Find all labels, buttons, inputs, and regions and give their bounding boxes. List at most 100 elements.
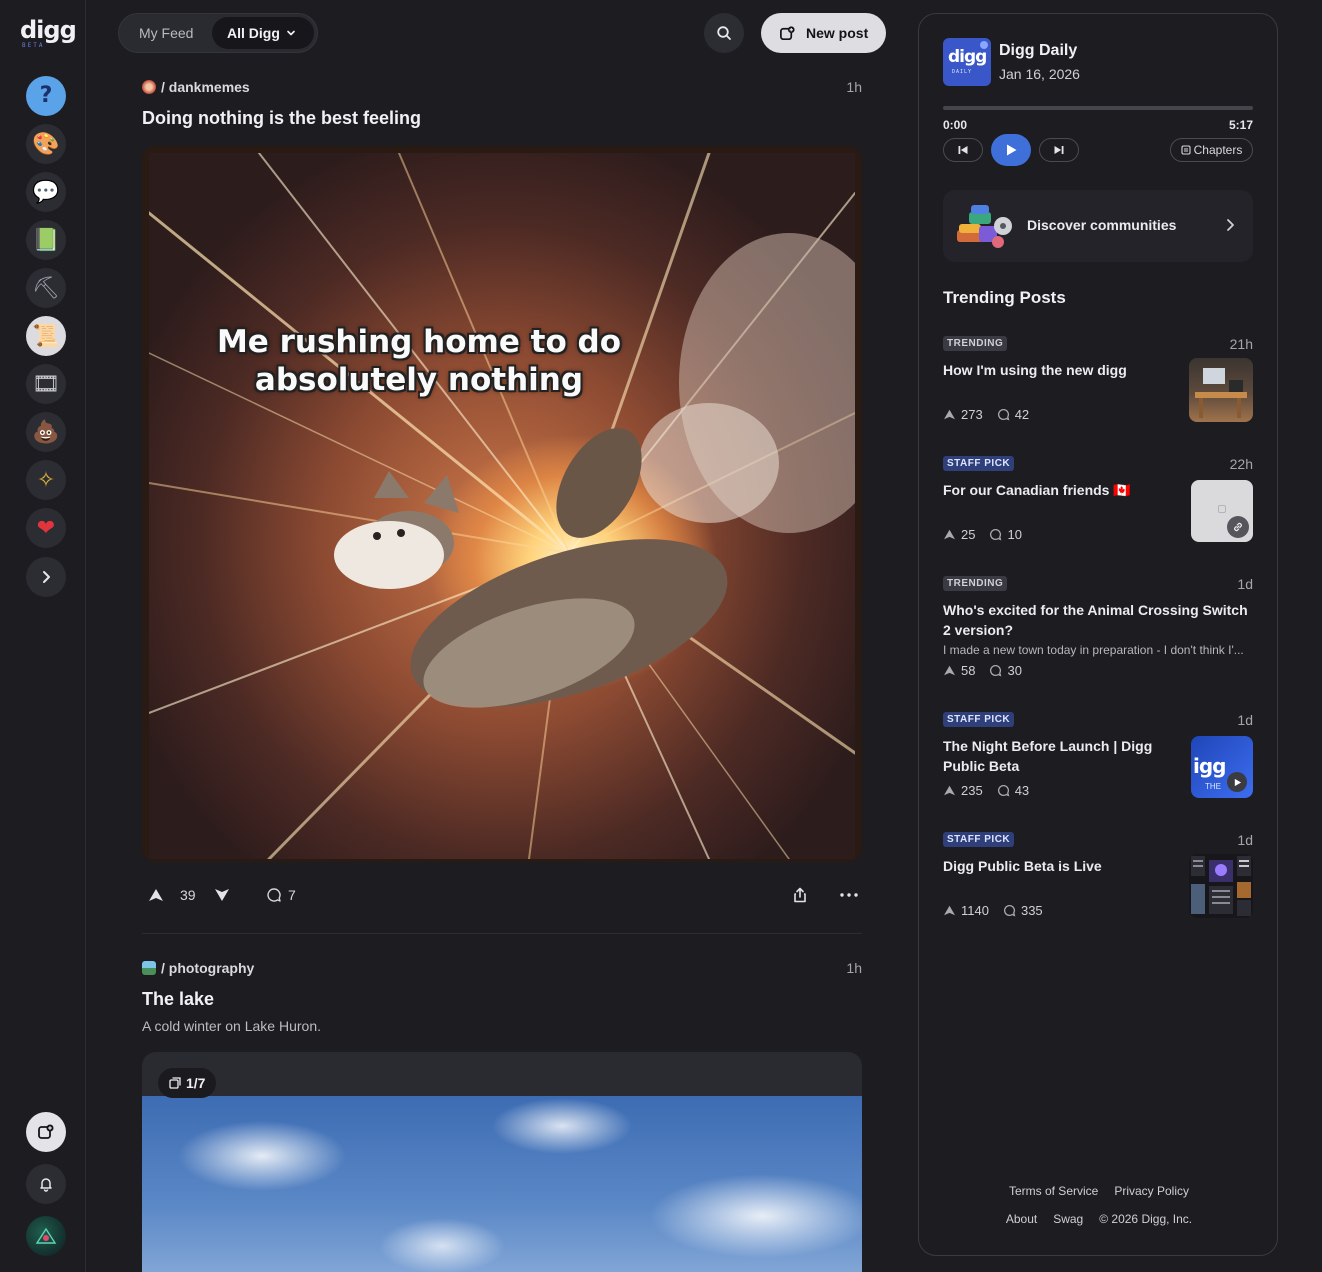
upvote-icon (944, 409, 955, 419)
comment-icon (267, 888, 281, 902)
podcast-date: Jan 16, 2026 (999, 66, 1080, 82)
community-book-icon[interactable]: 📗 (26, 220, 66, 260)
trending-thumbnail[interactable]: igg THE (1191, 736, 1253, 798)
comment-icon (1003, 904, 1016, 917)
comments-button[interactable]: 7 (266, 882, 296, 908)
search-button[interactable] (704, 13, 744, 53)
footer-links-row: Terms of Service Privacy Policy (919, 1184, 1279, 1198)
chevron-right-icon (1227, 219, 1234, 231)
terms-link[interactable]: Terms of Service (1009, 1184, 1098, 1198)
user-avatar[interactable] (26, 1216, 66, 1256)
podcast-art-sub: DAILY (952, 69, 973, 75)
trending-title[interactable]: Digg Public Beta is Live (943, 856, 1179, 876)
chapters-button[interactable]: Chapters (1170, 138, 1253, 162)
trending-time: 1d (1237, 712, 1253, 728)
skip-forward-icon (1054, 146, 1064, 154)
next-button[interactable] (1039, 138, 1079, 162)
expand-sidebar-button[interactable] (26, 557, 66, 597)
community-avatar[interactable] (142, 80, 156, 94)
comment-icon (990, 664, 1002, 677)
link-icon (1234, 522, 1242, 532)
swag-link[interactable]: Swag (1053, 1212, 1083, 1226)
post-gallery[interactable]: 1/7 (142, 1052, 862, 1272)
trending-stats: 1140 335 (943, 902, 1057, 918)
podcast-artwork[interactable]: digg DAILY (943, 38, 991, 86)
trending-item[interactable]: STAFF PICK 1d The Night Before Launch | … (943, 712, 1253, 802)
community-arrows-icon[interactable]: ✧ (26, 460, 66, 500)
left-sidebar: digg BETA ? 🎨 💬 📗 ⛏ 📜 🎞 💩 ✧ ❤ (0, 0, 86, 1272)
trending-thumbnail[interactable] (1189, 358, 1253, 422)
chevron-right-icon (43, 571, 50, 583)
community-palette-icon[interactable]: 🎨 (26, 124, 66, 164)
trending-time: 1d (1237, 576, 1253, 592)
community-link[interactable]: / photography (161, 960, 254, 976)
community-avatar[interactable] (142, 961, 156, 975)
trending-title[interactable]: For our Canadian friends 🇨🇦 (943, 480, 1179, 500)
previous-button[interactable] (943, 138, 983, 162)
tab-all-digg[interactable]: All Digg (212, 17, 314, 49)
community-stack-icon (957, 205, 1012, 248)
podcast-progress-bar[interactable] (943, 106, 1253, 110)
new-post-rail-button[interactable] (26, 1112, 66, 1152)
trending-item[interactable]: STAFF PICK 1d Digg Public Beta is Live 1… (943, 832, 1253, 922)
trending-item[interactable]: TRENDING 1d Who's excited for the Animal… (943, 576, 1253, 686)
play-button[interactable] (991, 134, 1031, 166)
gallery-counter: 1/7 (158, 1068, 217, 1098)
community-scroll-icon[interactable]: 📜 (26, 316, 66, 356)
community-chat-bubbles-icon[interactable]: 💬 (26, 172, 66, 212)
downvote-button[interactable] (214, 882, 230, 908)
post-title[interactable]: Doing nothing is the best feeling (142, 108, 421, 129)
trending-description: I made a new town today in preparation -… (943, 643, 1244, 657)
community-film-reel-icon[interactable]: 🎞 (26, 364, 66, 404)
search-icon (717, 26, 731, 40)
post-title[interactable]: The lake (142, 989, 214, 1010)
avatar-graphic-icon (35, 1227, 57, 1244)
trending-item[interactable]: STAFF PICK 22h For our Canadian friends … (943, 456, 1253, 546)
comment-icon (997, 784, 1010, 797)
desk-photo-graphic (1195, 368, 1247, 418)
upvote-button[interactable] (148, 882, 164, 908)
share-button[interactable] (792, 882, 808, 908)
upvote-count: 235 (961, 782, 983, 798)
privacy-link[interactable]: Privacy Policy (1114, 1184, 1189, 1198)
upvote-icon (944, 905, 955, 915)
trending-thumbnail[interactable] (1189, 854, 1253, 918)
upvote-icon (944, 665, 955, 675)
lake-photo (142, 1096, 862, 1272)
staff-pick-badge: STAFF PICK (943, 456, 1015, 471)
trending-heading: Trending Posts (943, 288, 1066, 307)
podcast-title[interactable]: Digg Daily (999, 42, 1077, 60)
community-shovel-icon[interactable]: ⛏ (26, 268, 66, 308)
community-poop-icon[interactable]: 💩 (26, 412, 66, 452)
trending-badge: TRENDING (943, 336, 1008, 351)
post-image[interactable]: Me rushing home to do absolutely nothing (142, 146, 862, 862)
trending-item[interactable]: TRENDING 21h How I'm using the new digg … (943, 336, 1253, 426)
trending-title[interactable]: The Night Before Launch | Digg Public Be… (943, 736, 1179, 776)
community-link[interactable]: / dankmemes (161, 79, 250, 95)
trending-stats: 25 10 (943, 526, 1036, 542)
new-post-button[interactable]: New post (761, 13, 886, 53)
upvote-icon (944, 529, 955, 539)
about-link[interactable]: About (1006, 1212, 1037, 1226)
image-placeholder-icon (1218, 505, 1226, 513)
thumbnail-text: igg (1193, 754, 1226, 778)
logo-text: digg (20, 16, 77, 44)
trending-title[interactable]: How I'm using the new digg (943, 360, 1179, 380)
post-divider (142, 933, 862, 934)
trending-thumbnail[interactable] (1191, 480, 1253, 542)
more-options-button[interactable] (840, 882, 858, 908)
upvote-count: 273 (961, 406, 983, 422)
upvote-count: 58 (961, 662, 976, 678)
digg-logo[interactable]: digg BETA (20, 16, 77, 49)
tab-my-feed[interactable]: My Feed (139, 25, 193, 41)
comment-icon (997, 408, 1010, 421)
trending-stats: 235 43 (943, 782, 1043, 798)
community-question-icon[interactable]: ? (26, 76, 66, 116)
meme-caption: Me rushing home to do absolutely nothing (216, 324, 622, 398)
notifications-button[interactable] (26, 1164, 66, 1204)
play-icon (1007, 144, 1017, 156)
discover-communities-card[interactable]: Discover communities (943, 190, 1253, 262)
trending-title[interactable]: Who's excited for the Animal Crossing Sw… (943, 600, 1253, 640)
gallery-count: 1/7 (186, 1075, 206, 1091)
community-heart-pulse-icon[interactable]: ❤ (26, 508, 66, 548)
